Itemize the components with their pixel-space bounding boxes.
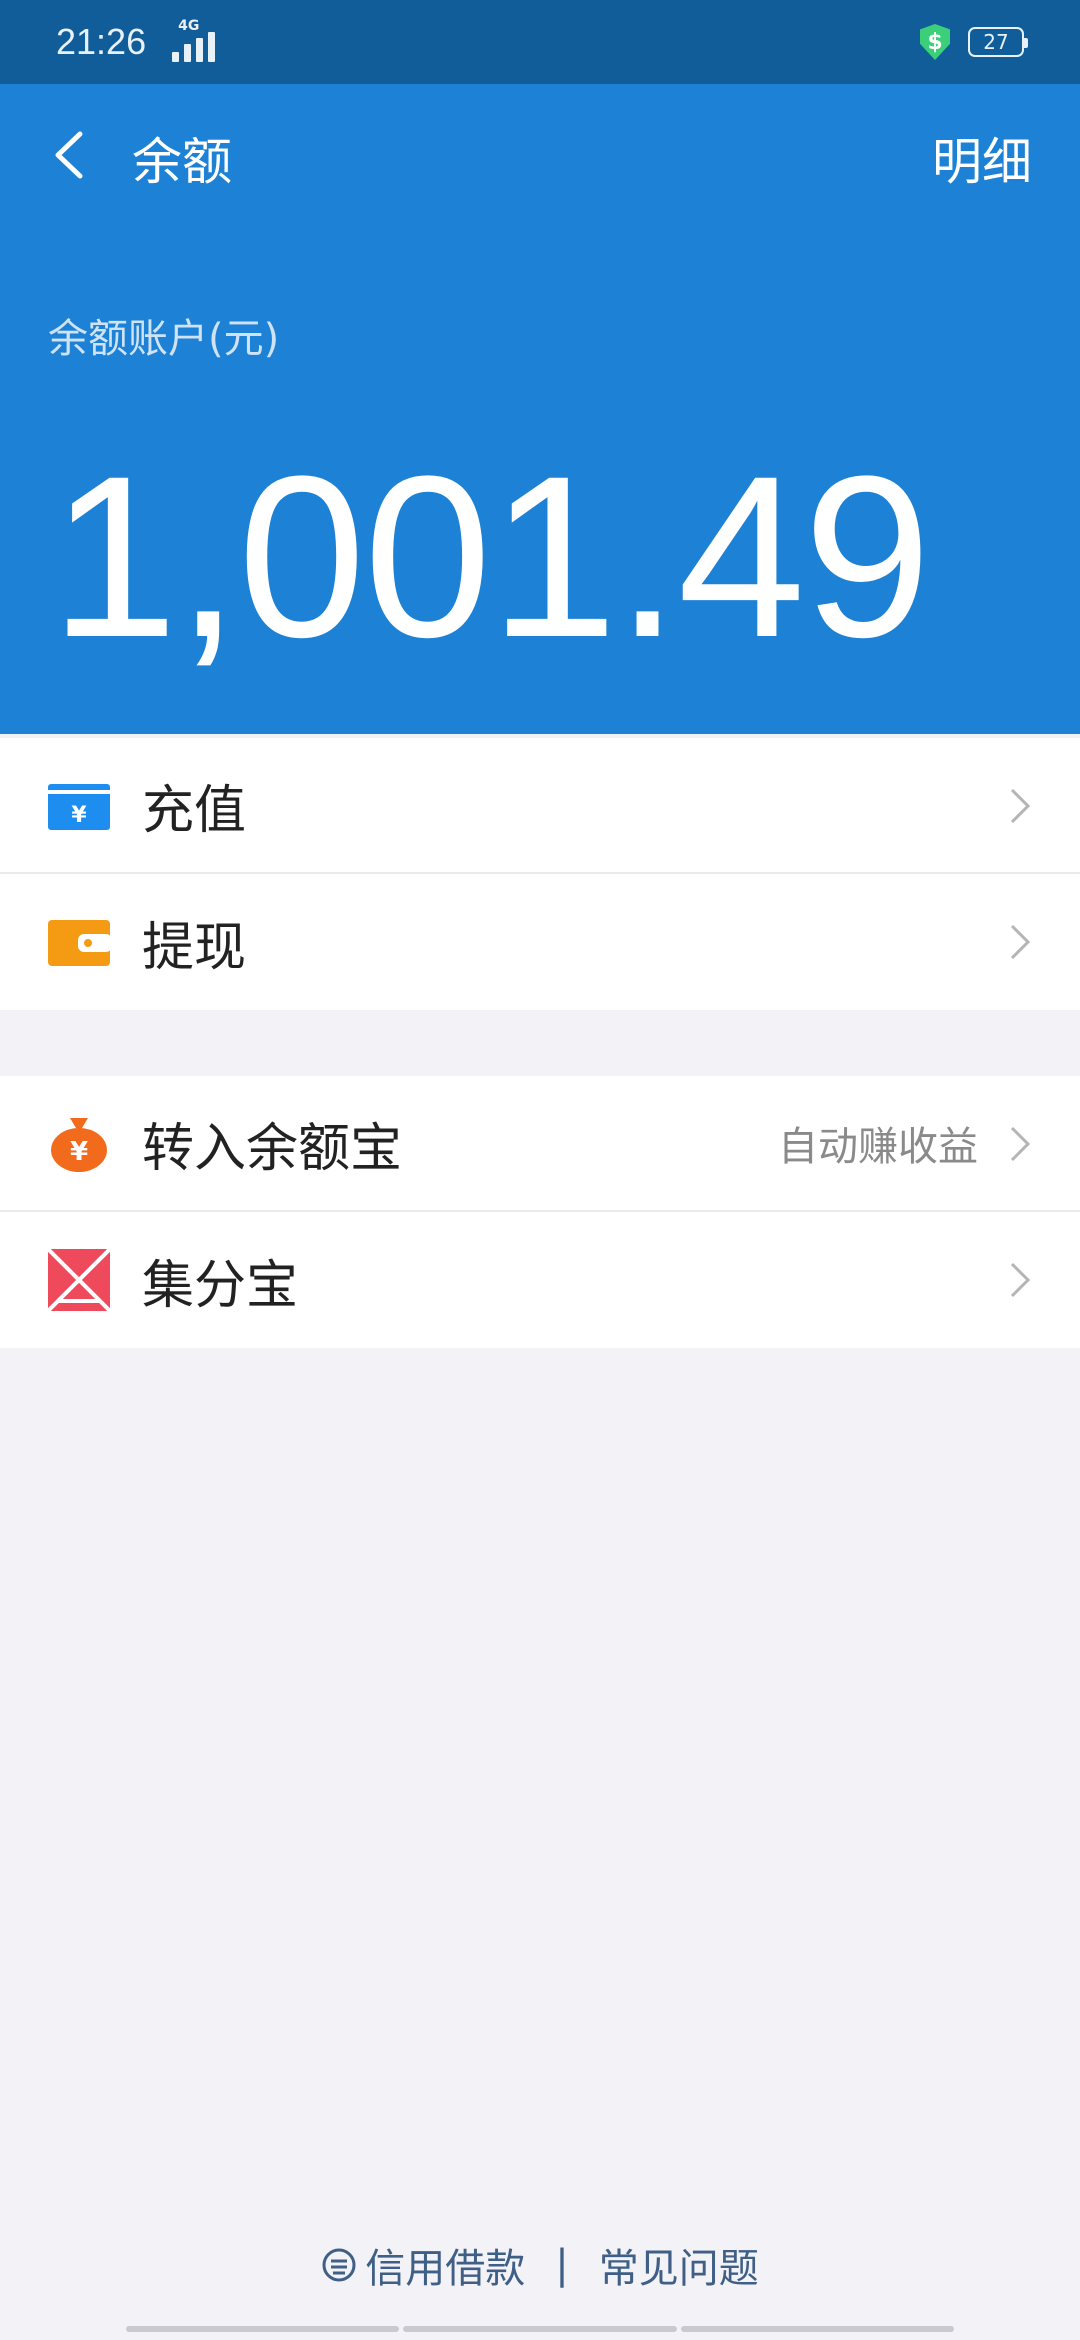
withdraw-label: 提现: [142, 917, 247, 978]
chevron-right-icon: [1010, 788, 1031, 824]
money-bag-icon: ¥: [51, 1118, 107, 1172]
credit-loan-link[interactable]: 信用借款: [365, 2236, 525, 2294]
detail-link[interactable]: 明细: [932, 122, 1032, 194]
nav-bar: 余额 明细: [0, 84, 1080, 224]
withdraw-row[interactable]: 提现: [0, 874, 1080, 1010]
jifenbao-label: 集分宝: [142, 1255, 299, 1316]
recharge-card-icon: ¥: [48, 784, 110, 830]
wallet-icon: [48, 920, 110, 966]
svg-text:¥: ¥: [71, 803, 87, 828]
jifenbao-row[interactable]: 集分宝: [0, 1212, 1080, 1348]
balance-header: 余额 明细 余额账户(元) 1,001.49: [0, 84, 1080, 734]
credit-loan-icon: [322, 2248, 356, 2282]
status-bar: 21:26 4G $ 27: [0, 0, 1080, 84]
transfer-yuebao-row[interactable]: ¥ 转入余额宝 自动赚收益: [0, 1076, 1080, 1212]
status-time: 21:26: [56, 21, 147, 62]
chevron-right-icon: [1010, 924, 1031, 960]
battery-level: 27: [983, 30, 1009, 54]
balance-amount: 1,001.49: [50, 428, 931, 685]
jifenbao-icon: [48, 1249, 110, 1311]
chevron-right-icon: [1010, 1262, 1031, 1298]
status-right: $ 27: [920, 24, 1028, 60]
transfer-yuebao-label: 转入余额宝: [142, 1118, 403, 1179]
svg-text:¥: ¥: [70, 1137, 88, 1167]
recharge-label: 充值: [142, 780, 247, 841]
network-type: 4G: [178, 18, 200, 34]
signal-icon: 4G: [172, 18, 216, 62]
status-left: 21:26 4G: [56, 18, 216, 63]
security-shield-icon: $: [920, 24, 950, 60]
auto-earn-hint: 自动赚收益: [778, 1124, 978, 1170]
chevron-right-icon: [1010, 1126, 1031, 1162]
back-arrow-icon[interactable]: [50, 130, 90, 180]
faq-link[interactable]: 常见问题: [599, 2236, 759, 2294]
balance-label: 余额账户(元): [48, 316, 280, 362]
recharge-row[interactable]: ¥ 充值: [0, 738, 1080, 874]
footer-links: 信用借款 | 常见问题: [0, 2236, 1080, 2294]
footer-separator: |: [555, 2242, 569, 2288]
battery-icon: 27: [968, 27, 1028, 57]
wealth-group: ¥ 转入余额宝 自动赚收益 集分宝: [0, 1076, 1080, 1348]
gesture-bar: [126, 2326, 954, 2332]
page-title: 余额: [132, 134, 232, 190]
fund-actions-group: ¥ 充值 提现: [0, 738, 1080, 1010]
